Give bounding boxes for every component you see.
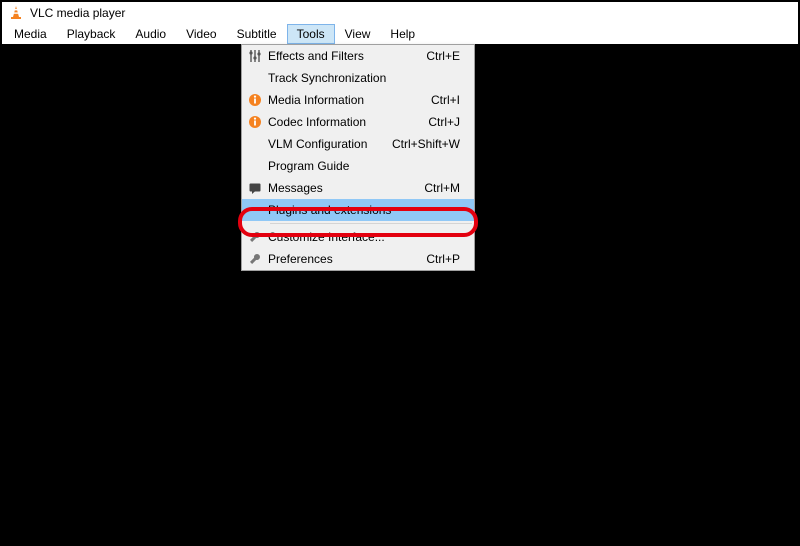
menu-video[interactable]: Video [176, 24, 226, 44]
menu-item-shortcut: Ctrl+M [424, 181, 474, 195]
menu-item-label: VLM Configuration [268, 137, 392, 151]
menu-item-label: Track Synchronization [268, 71, 460, 85]
menu-playback[interactable]: Playback [57, 24, 126, 44]
window-title: VLC media player [30, 6, 125, 20]
wrench-icon [242, 230, 268, 244]
tools-dropdown: Effects and Filters Ctrl+E Track Synchro… [241, 44, 475, 271]
menu-item-vlm-configuration[interactable]: VLM Configuration Ctrl+Shift+W [242, 133, 474, 155]
menu-item-label: Plugins and extensions [268, 203, 460, 217]
title-bar: VLC media player [2, 2, 798, 24]
menu-subtitle[interactable]: Subtitle [227, 24, 287, 44]
vlc-cone-icon [8, 5, 24, 21]
menu-item-label: Program Guide [268, 159, 460, 173]
menu-item-shortcut: Ctrl+I [431, 93, 474, 107]
menu-item-track-synchronization[interactable]: Track Synchronization [242, 67, 474, 89]
menu-audio[interactable]: Audio [125, 24, 176, 44]
menu-item-messages[interactable]: Messages Ctrl+M [242, 177, 474, 199]
menu-item-shortcut: Ctrl+J [428, 115, 474, 129]
menu-item-preferences[interactable]: Preferences Ctrl+P [242, 248, 474, 270]
messages-icon [242, 181, 268, 195]
menu-item-label: Preferences [268, 252, 426, 266]
info-icon [242, 115, 268, 129]
menu-item-label: Effects and Filters [268, 49, 426, 63]
menu-separator [270, 223, 472, 224]
menu-item-shortcut: Ctrl+E [426, 49, 474, 63]
menu-bar: Media Playback Audio Video Subtitle Tool… [2, 24, 798, 44]
menu-item-program-guide[interactable]: Program Guide [242, 155, 474, 177]
menu-item-media-information[interactable]: Media Information Ctrl+I [242, 89, 474, 111]
menu-tools[interactable]: Tools [287, 24, 335, 44]
menu-item-effects-and-filters[interactable]: Effects and Filters Ctrl+E [242, 45, 474, 67]
menu-item-shortcut: Ctrl+P [426, 252, 474, 266]
menu-item-label: Media Information [268, 93, 431, 107]
sliders-icon [242, 49, 268, 63]
menu-item-shortcut: Ctrl+Shift+W [392, 137, 474, 151]
menu-media[interactable]: Media [4, 24, 57, 44]
menu-item-customize-interface[interactable]: Customize Interface... [242, 226, 474, 248]
app-window: VLC media player Media Playback Audio Vi… [0, 0, 800, 546]
menu-item-label: Messages [268, 181, 424, 195]
wrench-icon [242, 252, 268, 266]
menu-item-label: Codec Information [268, 115, 428, 129]
menu-view[interactable]: View [335, 24, 381, 44]
info-icon [242, 93, 268, 107]
menu-item-codec-information[interactable]: Codec Information Ctrl+J [242, 111, 474, 133]
menu-help[interactable]: Help [380, 24, 425, 44]
menu-item-plugins-and-extensions[interactable]: Plugins and extensions [242, 199, 474, 221]
menu-item-label: Customize Interface... [268, 230, 460, 244]
